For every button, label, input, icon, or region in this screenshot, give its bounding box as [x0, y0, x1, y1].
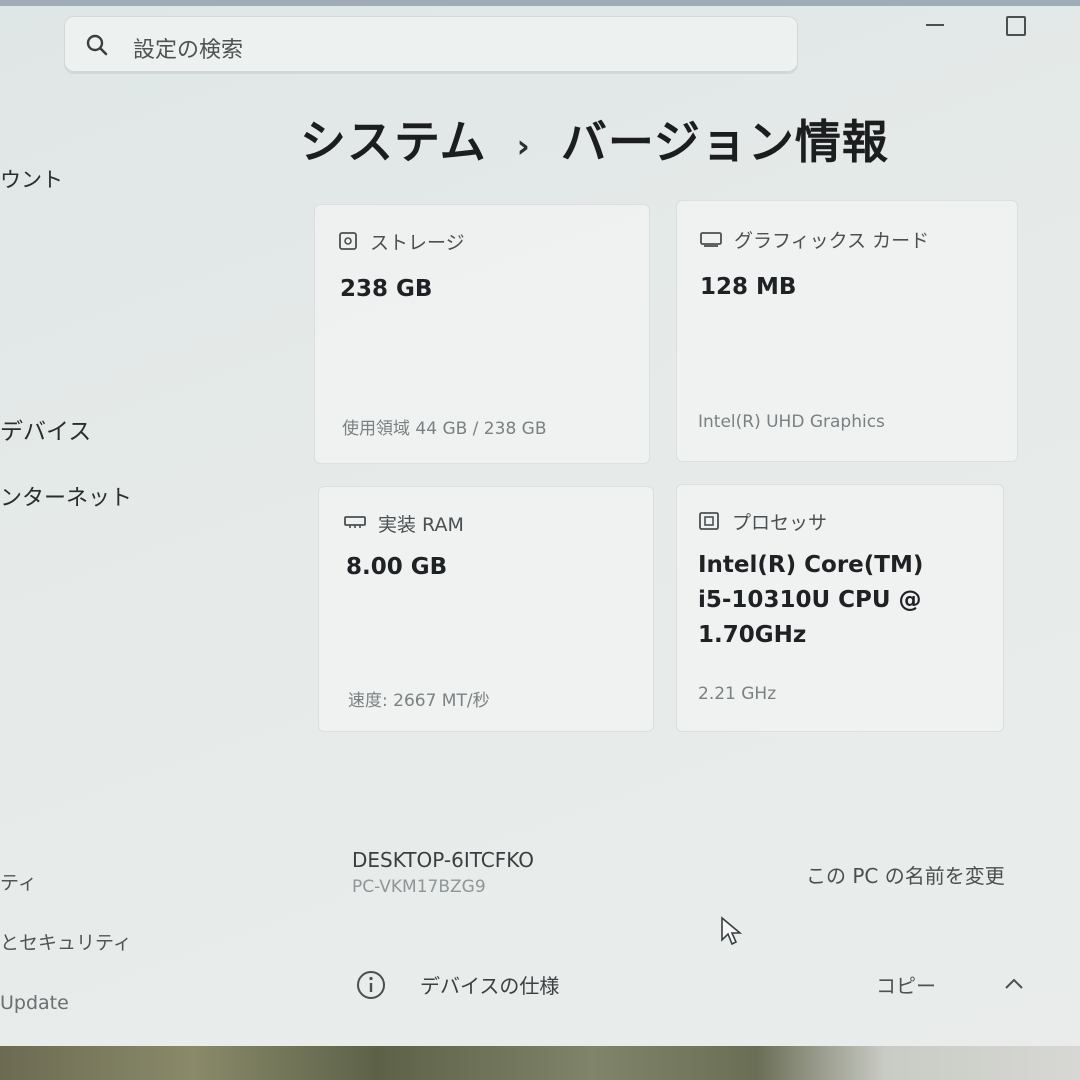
device-specs-row[interactable]: デバイスの仕様 コピー [340, 956, 1040, 1016]
graphics-label: グラフィックス カード [734, 230, 930, 252]
search-placeholder: 設定の検索 [133, 38, 244, 63]
background-scene-strip [0, 1046, 1080, 1080]
breadcrumb-separator: › [516, 126, 531, 165]
sidebar-item-accessibility[interactable]: ティ [0, 868, 37, 895]
ram-value: 8.00 GB [346, 554, 448, 580]
copy-button[interactable]: コピー [876, 970, 936, 999]
chevron-up-icon[interactable] [1002, 974, 1026, 994]
mouse-pointer-icon [721, 916, 742, 946]
storage-drive-icon [339, 232, 357, 250]
breadcrumb-parent[interactable]: システム [300, 115, 487, 169]
maximize-button[interactable] [998, 10, 1038, 40]
storage-usage: 使用領域 44 GB / 238 GB [342, 419, 547, 439]
breadcrumb: システム › バージョン情報 [300, 106, 889, 172]
device-name: DESKTOP-6ITCFKO [352, 848, 534, 872]
minimize-button[interactable] [916, 10, 956, 40]
graphics-value: 128 MB [700, 274, 797, 300]
sidebar-item-accounts[interactable]: ウント [0, 164, 63, 194]
window-top-edge [0, 0, 1080, 6]
sidebar-item-network[interactable]: ンターネット [0, 480, 132, 512]
ram-label: 実装 RAM [378, 514, 464, 536]
sidebar-item-privacy-security[interactable]: とセキュリティ [0, 928, 132, 955]
device-specs-title: デバイスの仕様 [420, 974, 560, 998]
storage-label: ストレージ [370, 232, 465, 254]
processor-chip-icon [699, 512, 719, 530]
rename-pc-button[interactable]: この PC の名前を変更 [806, 860, 1005, 889]
graphics-model: Intel(R) UHD Graphics [698, 412, 885, 432]
settings-search-box[interactable]: 設定の検索 [64, 16, 798, 74]
sidebar-item-devices[interactable]: デバイス [0, 412, 91, 446]
processor-label: プロセッサ [732, 512, 828, 534]
memory-ram-icon [344, 516, 366, 528]
sidebar-item-windows-update[interactable]: Update [0, 992, 69, 1014]
storage-value: 238 GB [340, 276, 433, 302]
search-icon [86, 34, 108, 56]
info-icon [357, 971, 385, 999]
processor-speed: 2.21 GHz [698, 684, 777, 704]
processor-value-line-3: 1.70GHz [698, 622, 807, 648]
device-model: PC-VKM17BZG9 [352, 877, 486, 897]
ram-speed: 速度: 2667 MT/秒 [348, 691, 490, 711]
processor-value-line-2: i5-10310U CPU @ [698, 587, 922, 613]
processor-value-line-1: Intel(R) Core(TM) [698, 552, 924, 578]
graphics-card-icon [700, 232, 722, 247]
page-title: バージョン情報 [560, 115, 889, 169]
